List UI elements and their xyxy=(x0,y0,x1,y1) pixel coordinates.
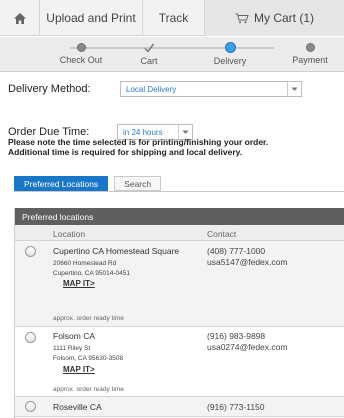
map-it-link[interactable]: MAP IT> xyxy=(63,365,95,374)
location-name: Cupertino CA Homestead Square xyxy=(53,246,180,256)
location-email: usa5147@fedex.com xyxy=(207,257,288,267)
column-contact: Contact xyxy=(207,229,237,239)
tab-track[interactable]: Track xyxy=(143,0,205,36)
location-radio[interactable] xyxy=(25,332,36,343)
ready-time-label: approx. order ready time xyxy=(53,315,124,322)
home-button[interactable] xyxy=(0,0,40,36)
table-row[interactable]: Roseville CA (916) 773-1150 xyxy=(15,397,344,417)
location-phone: (916) 983-9898 xyxy=(207,331,266,341)
location-phone: (408) 777-1000 xyxy=(207,246,266,256)
table-row[interactable]: Folsom CA 1111 Riley St Folsom, CA 95630… xyxy=(15,327,344,397)
location-address-line: 20660 Homestead Rd xyxy=(53,260,117,267)
step-label: Payment xyxy=(292,55,328,65)
location-address-line: Cupertino, CA 95014-0451 xyxy=(53,270,130,277)
delivery-method-label: Delivery Method: xyxy=(8,83,91,95)
step-label: Cart xyxy=(140,56,158,66)
location-name: Roseville CA xyxy=(53,402,102,412)
column-location: Location xyxy=(53,229,86,239)
due-time-note-line: Additional time is required for shipping… xyxy=(8,147,243,157)
home-icon xyxy=(13,12,26,24)
cart-label: My Cart (1) xyxy=(254,11,314,25)
tab-my-cart[interactable]: My Cart (1) xyxy=(205,0,344,36)
table-row[interactable]: Cupertino CA Homestead Square 20660 Home… xyxy=(15,241,344,327)
location-address-line: 1111 Riley St xyxy=(53,345,91,352)
due-time-note: Please note the time selected is for pri… xyxy=(8,137,338,157)
step-cart[interactable]: Cart xyxy=(109,39,189,66)
ready-time-label: approx. order ready time xyxy=(53,386,124,393)
step-label: Delivery xyxy=(213,56,247,66)
order-due-value: in 24 hours xyxy=(123,128,163,137)
cart-icon xyxy=(235,13,249,24)
tab-preferred-locations[interactable]: Preferred Locations xyxy=(14,176,109,191)
location-email: usa0274@fedex.com xyxy=(207,342,288,352)
map-it-link[interactable]: MAP IT> xyxy=(63,279,95,288)
step-dot xyxy=(305,43,315,52)
step-dot-active xyxy=(224,42,236,53)
delivery-method-value: Local Delivery xyxy=(126,85,177,94)
step-delivery[interactable]: Delivery xyxy=(190,39,270,66)
location-radio[interactable] xyxy=(25,246,36,257)
table-column-headers: Location Contact xyxy=(15,225,344,241)
location-phone: (916) 773-1150 xyxy=(207,402,265,412)
tab-search[interactable]: Search xyxy=(114,176,162,191)
step-dot xyxy=(76,43,86,52)
delivery-method-row: Delivery Method: Local Delivery xyxy=(0,80,344,100)
top-nav: Upload and Print Track My Cart (1) xyxy=(0,0,344,36)
divider xyxy=(14,191,344,192)
location-name: Folsom CA xyxy=(53,331,96,341)
checkout-progress: Check Out Cart Delivery Payment xyxy=(0,37,344,72)
location-radio[interactable] xyxy=(25,401,36,412)
tab-upload-and-print[interactable]: Upload and Print xyxy=(40,0,143,36)
due-time-note-line: Please note the time selected is for pri… xyxy=(8,137,269,147)
location-address-line: Folsom, CA 95630-3508 xyxy=(53,355,124,362)
table-title: Preferred locations xyxy=(15,208,344,225)
checkmark-icon xyxy=(143,41,155,53)
step-payment[interactable]: Payment xyxy=(270,39,344,65)
location-tabs: Preferred Locations Search xyxy=(14,176,162,191)
delivery-method-select[interactable]: Local Delivery xyxy=(120,81,302,97)
locations-table: Preferred locations Location Contact Cup… xyxy=(14,208,344,418)
chevron-down-icon xyxy=(287,82,301,96)
